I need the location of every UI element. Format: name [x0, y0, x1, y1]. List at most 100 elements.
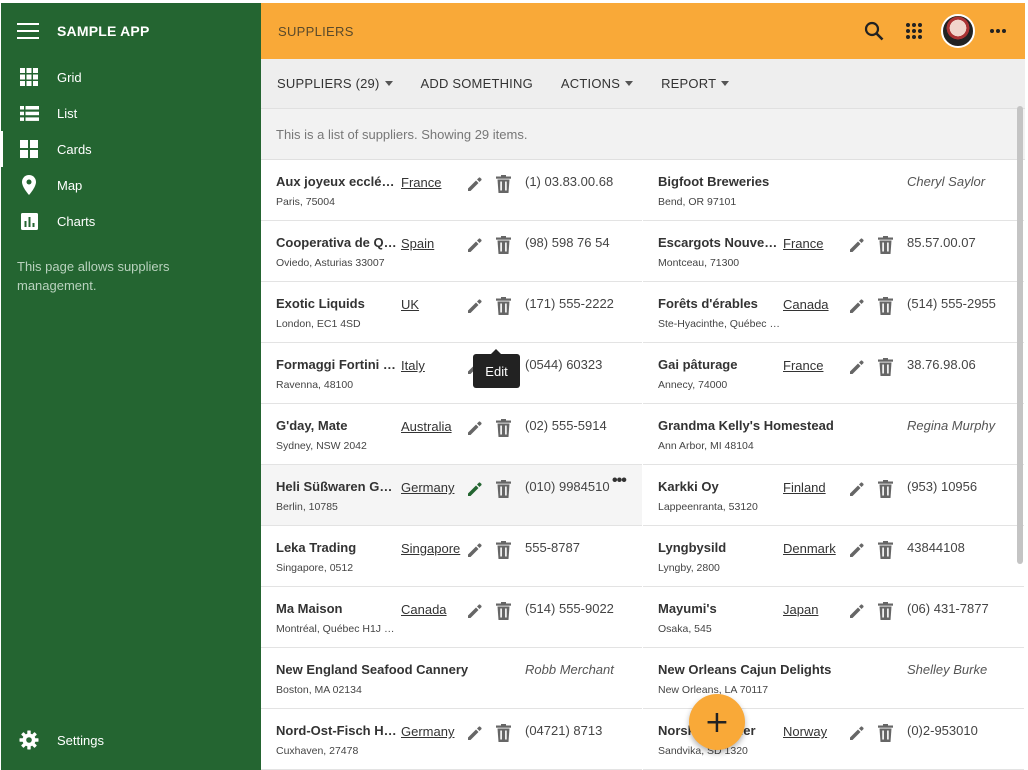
edit-pencil-icon[interactable] — [464, 722, 486, 744]
sidebar-item-grid[interactable]: Grid — [1, 59, 261, 95]
delete-trash-icon[interactable] — [874, 356, 896, 378]
delete-trash-icon[interactable] — [492, 234, 514, 256]
chart-icon — [19, 211, 39, 231]
supplier-card[interactable]: New England Seafood Cannery Boston, MA 02… — [261, 648, 642, 709]
sidebar-item-charts[interactable]: Charts — [1, 203, 261, 239]
supplier-card[interactable]: Cooperativa de Quesos 'Las Cabras' Oviedo… — [261, 221, 642, 282]
add-fab-button[interactable]: + — [689, 694, 745, 750]
supplier-country-link[interactable]: Australia — [401, 419, 463, 434]
edit-pencil-icon[interactable] — [464, 539, 486, 561]
edit-pencil-icon[interactable] — [846, 600, 868, 622]
search-icon[interactable] — [861, 18, 887, 44]
supplier-name: Mayumi's — [658, 601, 717, 616]
sidebar-item-list[interactable]: List — [1, 95, 261, 131]
supplier-country-link[interactable]: Italy — [401, 358, 463, 373]
supplier-card[interactable]: Formaggi Fortini s.r.l. Ravenna, 48100 Ita… — [261, 343, 642, 404]
sidebar-item-map[interactable]: Map — [1, 167, 261, 203]
top-app-bar: SUPPLIERS — [261, 3, 1025, 59]
supplier-card[interactable]: Exotic Liquids London, EC1 4SD UK (171) 555… — [261, 282, 642, 343]
delete-trash-icon[interactable] — [874, 234, 896, 256]
edit-pencil-icon[interactable] — [846, 539, 868, 561]
supplier-card[interactable]: Leka Trading Singapore, 0512 Singapore 555-… — [261, 526, 642, 587]
toolbar: SUPPLIERS (29) ADD SOMETHING ACTIONS REP… — [261, 59, 1025, 109]
delete-trash-icon[interactable] — [874, 295, 896, 317]
supplier-country-link[interactable]: Germany — [401, 724, 463, 739]
grid-icon — [19, 67, 39, 87]
supplier-country-link[interactable]: Canada — [783, 297, 845, 312]
sidebar-item-cards[interactable]: Cards — [0, 131, 261, 167]
supplier-country-link[interactable]: Norway — [783, 724, 845, 739]
delete-trash-icon[interactable] — [492, 417, 514, 439]
actions-dropdown[interactable]: ACTIONS — [561, 76, 634, 91]
supplier-country-link[interactable]: France — [783, 236, 845, 251]
edit-pencil-icon[interactable] — [846, 234, 868, 256]
apps-grid-icon[interactable] — [901, 18, 927, 44]
hamburger-menu-icon[interactable] — [17, 23, 39, 39]
edit-pencil-icon[interactable] — [464, 295, 486, 317]
edit-pencil-icon[interactable] — [464, 234, 486, 256]
delete-trash-icon[interactable] — [492, 539, 514, 561]
edit-pencil-icon[interactable] — [464, 417, 486, 439]
supplier-card[interactable]: Aux joyeux ecclésiastiques Paris, 75004 Fr… — [261, 160, 642, 221]
supplier-country-link[interactable]: France — [783, 358, 845, 373]
supplier-country-link[interactable]: UK — [401, 297, 463, 312]
edit-pencil-icon[interactable] — [846, 295, 868, 317]
supplier-country-link[interactable]: Canada — [401, 602, 463, 617]
supplier-country-link[interactable]: Finland — [783, 480, 845, 495]
delete-trash-icon[interactable] — [492, 478, 514, 500]
supplier-card[interactable]: Bigfoot Breweries Bend, OR 97101 Cheryl Sa… — [643, 160, 1024, 221]
supplier-card[interactable]: Gai pâturage Annecy, 74000 France 38.76.98.… — [643, 343, 1024, 404]
edit-pencil-icon[interactable] — [464, 173, 486, 195]
delete-trash-icon[interactable] — [874, 478, 896, 500]
supplier-name: Heli Süßwaren GmbH & Co. KG — [276, 479, 400, 494]
report-dropdown[interactable]: REPORT — [661, 76, 730, 91]
supplier-name: Gai pâturage — [658, 357, 738, 372]
edit-pencil-icon[interactable] — [464, 600, 486, 622]
supplier-name: New Orleans Cajun Delights — [658, 662, 832, 677]
edit-pencil-icon[interactable] — [846, 478, 868, 500]
supplier-country-link[interactable]: Spain — [401, 236, 463, 251]
delete-trash-icon[interactable] — [492, 173, 514, 195]
scrollbar[interactable] — [1017, 106, 1023, 564]
supplier-address: London, EC1 4SD — [276, 318, 361, 330]
user-avatar[interactable] — [941, 14, 975, 48]
supplier-card[interactable]: G'day, Mate Sydney, NSW 2042 Australia (02)… — [261, 404, 642, 465]
edit-pencil-icon[interactable] — [846, 722, 868, 744]
supplier-name: Bigfoot Breweries — [658, 174, 770, 189]
delete-trash-icon[interactable] — [492, 295, 514, 317]
suppliers-dropdown[interactable]: SUPPLIERS (29) — [277, 76, 393, 91]
supplier-name: Cooperativa de Quesos 'Las Cabras' — [276, 235, 400, 250]
delete-trash-icon[interactable] — [492, 600, 514, 622]
supplier-card[interactable]: Karkki Oy Lappeenranta, 53120 Finland (953)… — [643, 465, 1024, 526]
edit-pencil-icon[interactable] — [464, 478, 486, 500]
supplier-card[interactable]: Grandma Kelly's Homestead Ann Arbor, MI 4… — [643, 404, 1024, 465]
more-options-icon[interactable]: ••• — [612, 472, 627, 490]
supplier-card[interactable]: Mayumi's Osaka, 545 Japan (06) 431-7877 — [643, 587, 1024, 648]
supplier-address: Boston, MA 02134 — [276, 684, 362, 696]
map-pin-icon — [19, 175, 39, 195]
more-horizontal-icon[interactable] — [985, 18, 1011, 44]
supplier-address: Cuxhaven, 27478 — [276, 745, 359, 757]
supplier-country-link[interactable]: Singapore — [401, 541, 463, 556]
add-something-button[interactable]: ADD SOMETHING — [421, 76, 533, 91]
supplier-country-link[interactable]: Germany — [401, 480, 463, 495]
sidebar-item-label: Grid — [57, 69, 82, 85]
delete-trash-icon[interactable] — [492, 722, 514, 744]
edit-pencil-icon[interactable] — [846, 356, 868, 378]
caret-down-icon — [721, 81, 730, 86]
supplier-address: Montréal, Québec H1J 1C3 — [276, 623, 400, 635]
supplier-phone: 43844108 — [907, 540, 965, 555]
supplier-card[interactable]: Nord-Ost-Fisch Handelsgesellschaft mbH Cu… — [261, 709, 642, 770]
delete-trash-icon[interactable] — [874, 539, 896, 561]
sidebar-item-settings[interactable]: Settings — [1, 722, 261, 758]
supplier-country-link[interactable]: France — [401, 175, 463, 190]
supplier-card[interactable]: Escargots Nouveaux Montceau, 71300 France 8… — [643, 221, 1024, 282]
supplier-country-link[interactable]: Denmark — [783, 541, 845, 556]
delete-trash-icon[interactable] — [874, 722, 896, 744]
delete-trash-icon[interactable] — [874, 600, 896, 622]
supplier-card[interactable]: Forêts d'érables Ste-Hyacinthe, Québec J2… — [643, 282, 1024, 343]
supplier-country-link[interactable]: Japan — [783, 602, 845, 617]
supplier-card[interactable]: Ma Maison Montréal, Québec H1J 1C3 Canada (… — [261, 587, 642, 648]
supplier-card[interactable]: Lyngbysild Lyngby, 2800 Denmark 43844108 — [643, 526, 1024, 587]
supplier-card[interactable]: Heli Süßwaren GmbH & Co. KG Berlin, 10785… — [261, 465, 642, 526]
